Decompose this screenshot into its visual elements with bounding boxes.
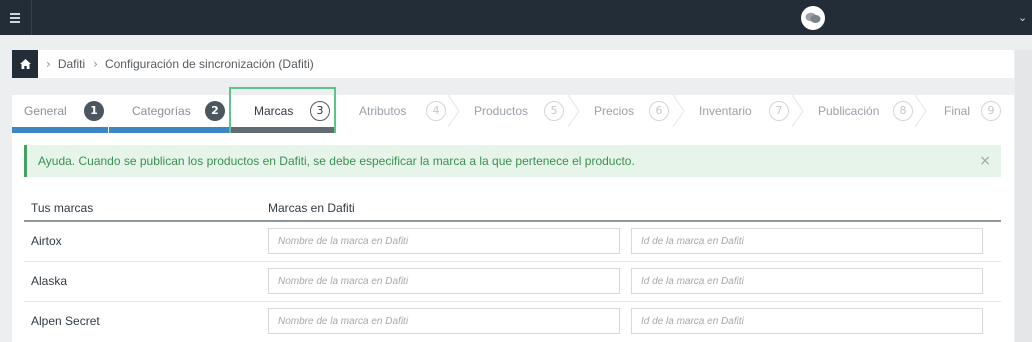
step-marcas[interactable]: Marcas 3 — [231, 95, 334, 133]
step-label: Productos — [474, 104, 529, 118]
step-final[interactable]: Final 9 — [930, 95, 1014, 133]
step-publicacion[interactable]: Publicación 8 — [805, 95, 930, 133]
chat-bubbles-icon — [805, 12, 821, 23]
step-chevron-icon — [914, 95, 927, 127]
step-categorias[interactable]: Categorías 2 — [109, 95, 230, 133]
table-row: Alpen Secret — [24, 302, 1001, 342]
step-number: 2 — [205, 101, 225, 121]
home-icon[interactable] — [12, 50, 38, 78]
brand-name: Airtox — [31, 234, 62, 248]
step-general[interactable]: General 1 — [12, 95, 108, 133]
column-header-dafiti-brands: Marcas en Dafiti — [268, 201, 355, 215]
step-inventario[interactable]: Inventario 7 — [686, 95, 807, 133]
step-label: Categorías — [132, 104, 191, 118]
dafiti-brand-id-input[interactable] — [631, 308, 983, 334]
step-chevron-icon — [791, 95, 804, 127]
top-navbar: ⌄ — [0, 0, 1032, 35]
table-row: Airtox — [24, 222, 1001, 262]
step-label: Atributos — [359, 104, 407, 118]
step-number: 5 — [544, 101, 564, 121]
breadcrumb-separator-icon: › — [46, 57, 51, 71]
help-alert: Ayuda. Cuando se publican los productos … — [24, 145, 1001, 177]
step-number: 7 — [769, 101, 789, 121]
dafiti-brand-id-input[interactable] — [631, 268, 983, 294]
step-chevron-icon — [447, 95, 460, 127]
step-productos[interactable]: Productos 5 — [461, 95, 582, 133]
step-number: 1 — [84, 101, 104, 121]
step-label: Marcas — [254, 104, 294, 118]
step-label: Publicación — [818, 104, 880, 118]
step-atributos[interactable]: Atributos 4 — [334, 95, 454, 133]
step-number: 8 — [893, 101, 913, 121]
brand-name: Alaska — [31, 274, 68, 288]
step-chevron-icon — [672, 95, 685, 127]
hamburger-icon[interactable] — [0, 0, 32, 35]
step-number: 9 — [981, 101, 1001, 121]
wizard-stepper: General 1 Categorías 2 Marcas 3 Atributo… — [12, 95, 1014, 133]
column-header-your-brands: Tus marcas — [31, 201, 94, 215]
brands-panel: Ayuda. Cuando se publican los productos … — [12, 133, 1014, 342]
breadcrumb-item-sync-config: Configuración de sincronización (Dafiti) — [104, 57, 314, 71]
scrollbar-track[interactable] — [1015, 50, 1032, 342]
dafiti-brand-name-input[interactable] — [268, 228, 620, 254]
avatar[interactable] — [801, 6, 825, 30]
dafiti-brand-id-input[interactable] — [631, 228, 983, 254]
breadcrumb-item-dafiti[interactable]: Dafiti — [58, 57, 85, 71]
step-number: 6 — [649, 101, 669, 121]
brand-name: Alpen Secret — [31, 314, 100, 328]
step-label: Final — [944, 104, 971, 118]
step-label: General — [24, 104, 67, 118]
breadcrumb: › Dafiti › Configuración de sincronizaci… — [12, 50, 1014, 78]
close-icon[interactable]: × — [979, 153, 991, 169]
step-number: 4 — [426, 101, 446, 121]
chevron-down-icon[interactable]: ⌄ — [1018, 11, 1027, 24]
breadcrumb-separator-icon: › — [93, 57, 98, 71]
step-chevron-icon — [567, 95, 580, 127]
step-number: 3 — [310, 101, 330, 121]
step-label: Precios — [594, 104, 635, 118]
table-row: Alaska — [24, 262, 1001, 302]
step-label: Inventario — [699, 104, 752, 118]
dafiti-brand-name-input[interactable] — [268, 268, 620, 294]
help-text: Ayuda. Cuando se publican los productos … — [38, 154, 635, 168]
dafiti-brand-name-input[interactable] — [268, 308, 620, 334]
